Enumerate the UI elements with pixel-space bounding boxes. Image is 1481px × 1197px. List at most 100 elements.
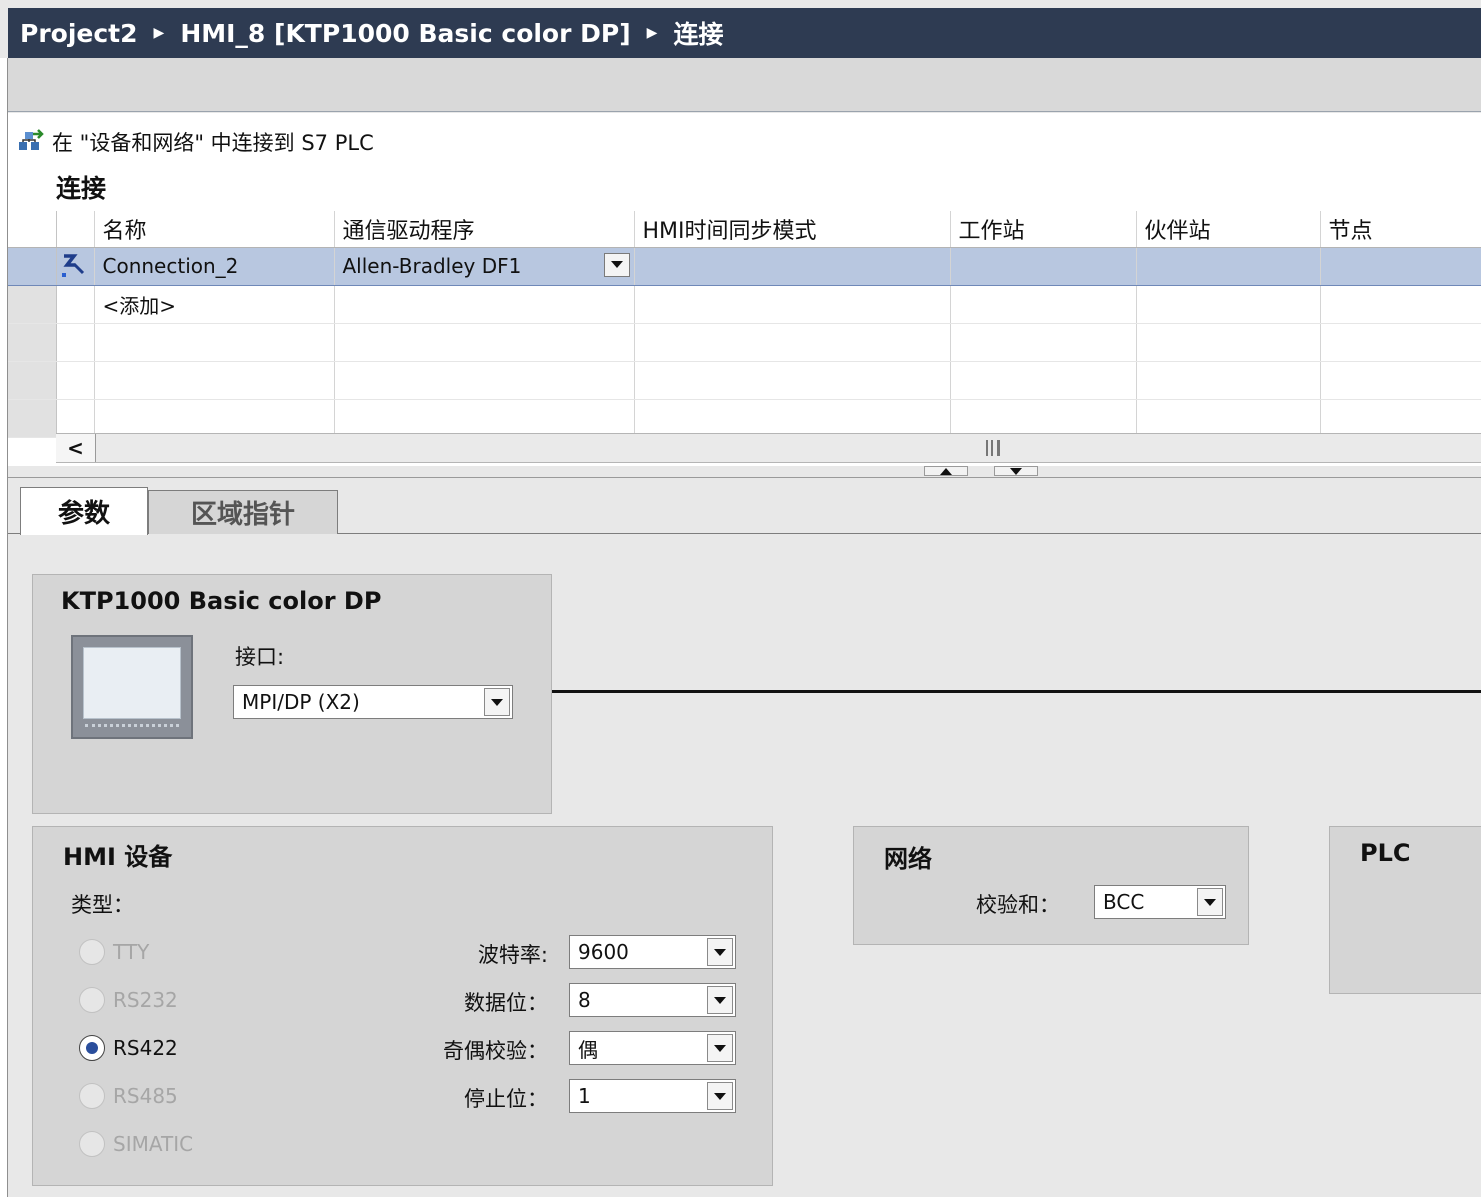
column-header-driver[interactable]: 通信驱动程序 <box>334 211 635 248</box>
databits-label: 数据位： <box>464 991 548 1015</box>
node-cell[interactable] <box>1320 246 1481 286</box>
radio-rs485[interactable]: RS485 <box>79 1083 178 1109</box>
radio-button-selected[interactable] <box>79 1035 105 1061</box>
tab-area-pointer[interactable]: 区域指针 <box>148 490 338 534</box>
baud-label: 波特率: <box>477 943 548 967</box>
add-connection-cell[interactable]: <添加> <box>94 285 335 324</box>
connections-editor: 在 "设备和网络" 中连接到 S7 PLC 连接 名称 通信驱动程序 HMI时间… <box>8 113 1481 473</box>
station-cell[interactable] <box>950 246 1137 286</box>
device-panel-title: KTP1000 Basic color DP <box>61 587 382 615</box>
radio-rs422[interactable]: RS422 <box>79 1035 178 1061</box>
network-panel: 网络 校验和： BCC <box>853 826 1249 945</box>
table-row[interactable]: <添加> <box>8 285 1481 324</box>
parity-label: 奇偶校验： <box>443 1039 548 1063</box>
table-row <box>8 399 1481 438</box>
type-label: 类型： <box>71 893 134 917</box>
connections-table: 名称 通信驱动程序 HMI时间同步模式 工作站 伙伴站 节点 Connectio… <box>8 211 1481 438</box>
radio-label: RS422 <box>113 1036 178 1060</box>
radio-button[interactable] <box>79 939 105 965</box>
column-header-node[interactable]: 节点 <box>1320 211 1481 248</box>
chevron-down-icon <box>714 996 726 1004</box>
column-header-station[interactable]: 工作站 <box>950 211 1137 248</box>
parity-dropdown-button[interactable] <box>707 1034 733 1062</box>
chevron-down-icon <box>610 261 623 268</box>
stopbits-select[interactable]: 1 <box>569 1079 736 1113</box>
network-panel-title: 网络 <box>884 845 932 873</box>
connection-icon-cell <box>56 246 95 286</box>
radio-label: SIMATIC <box>113 1132 194 1156</box>
row-header[interactable] <box>8 246 57 286</box>
empty-cell <box>1320 285 1481 324</box>
baud-select[interactable]: 9600 <box>569 935 736 969</box>
chevron-down-icon <box>714 1044 726 1052</box>
device-keys <box>85 724 179 727</box>
radio-label: TTY <box>113 940 150 964</box>
radio-button[interactable] <box>79 1083 105 1109</box>
breadcrumb-device[interactable]: HMI_8 [KTP1000 Basic color DP] <box>180 19 630 48</box>
row-header <box>8 399 57 438</box>
interface-label: 接口: <box>235 645 285 669</box>
breadcrumb-bar: Project2 ▶ HMI_8 [KTP1000 Basic color DP… <box>8 8 1481 58</box>
column-header-name[interactable]: 名称 <box>94 211 335 248</box>
radio-button[interactable] <box>79 1131 105 1157</box>
breadcrumb-project[interactable]: Project2 <box>20 19 138 48</box>
radio-simatic[interactable]: SIMATIC <box>79 1131 193 1157</box>
horizontal-scrollbar[interactable]: < <box>56 433 1481 463</box>
stopbits-dropdown-button[interactable] <box>707 1082 733 1110</box>
connection-name-cell[interactable]: Connection_2 <box>94 246 335 286</box>
chevron-down-icon <box>491 698 503 706</box>
connection-icon <box>61 253 84 277</box>
splitter-down-button[interactable] <box>994 466 1038 476</box>
column-header-partner[interactable]: 伙伴站 <box>1136 211 1321 248</box>
icon-column-header <box>56 211 95 248</box>
radio-label: RS485 <box>113 1084 178 1108</box>
empty-cell <box>1136 285 1321 324</box>
toolbar-strip <box>8 58 1481 112</box>
network-line <box>552 690 1481 693</box>
radio-rs232[interactable]: RS232 <box>79 987 178 1013</box>
table-row[interactable]: Connection_2 Allen-Bradley DF1 <box>8 246 1481 286</box>
sync-mode-cell[interactable] <box>634 246 951 286</box>
checksum-value: BCC <box>1103 890 1145 914</box>
connections-title: 连接 <box>56 174 107 203</box>
connect-link-text[interactable]: 在 "设备和网络" 中连接到 S7 PLC <box>52 127 374 157</box>
chevron-left-icon: < <box>67 436 84 460</box>
breadcrumb-page: 连接 <box>673 20 724 49</box>
chevron-right-icon: ▶ <box>646 25 658 41</box>
chevron-up-icon <box>940 467 952 475</box>
driver-dropdown-button[interactable] <box>603 252 630 277</box>
baud-dropdown-button[interactable] <box>707 938 733 966</box>
splitter-up-button[interactable] <box>924 466 968 476</box>
device-panel: KTP1000 Basic color DP 接口: MPI/DP (X2) <box>32 574 552 814</box>
checksum-label: 校验和： <box>976 893 1060 917</box>
partner-cell[interactable] <box>1136 246 1321 286</box>
checksum-dropdown-button[interactable] <box>1197 888 1223 916</box>
radio-label: RS232 <box>113 988 178 1012</box>
databits-select[interactable]: 8 <box>569 983 736 1017</box>
left-border <box>0 58 8 1197</box>
tab-parameters[interactable]: 参数 <box>20 487 148 535</box>
column-header-sync-mode[interactable]: HMI时间同步模式 <box>634 211 951 248</box>
radio-button[interactable] <box>79 987 105 1013</box>
stopbits-label: 停止位： <box>464 1087 548 1111</box>
scroll-grip-icon[interactable] <box>986 440 1000 456</box>
interface-dropdown-button[interactable] <box>484 688 510 716</box>
interface-select[interactable]: MPI/DP (X2) <box>233 685 513 719</box>
checksum-select[interactable]: BCC <box>1094 885 1226 919</box>
row-header[interactable] <box>8 285 57 324</box>
chevron-down-icon <box>714 948 726 956</box>
hmi-panel-title: HMI 设备 <box>63 843 173 871</box>
radio-tty[interactable]: TTY <box>79 939 149 965</box>
stopbits-value: 1 <box>578 1084 591 1108</box>
plc-panel-title: PLC <box>1360 839 1411 867</box>
row-header <box>8 361 57 400</box>
driver-cell[interactable]: Allen-Bradley DF1 <box>334 246 635 286</box>
panel-splitter[interactable] <box>8 466 1481 478</box>
table-row <box>8 323 1481 362</box>
scroll-left-button[interactable]: < <box>56 434 96 462</box>
chevron-down-icon <box>714 1092 726 1100</box>
connect-in-devices-link[interactable]: 在 "设备和网络" 中连接到 S7 PLC <box>16 127 374 157</box>
databits-dropdown-button[interactable] <box>707 986 733 1014</box>
parity-select[interactable]: 偶 <box>569 1031 736 1065</box>
hmi-device-panel: HMI 设备 类型： TTY RS232 RS422 RS485 SIMATIC… <box>32 826 773 1186</box>
